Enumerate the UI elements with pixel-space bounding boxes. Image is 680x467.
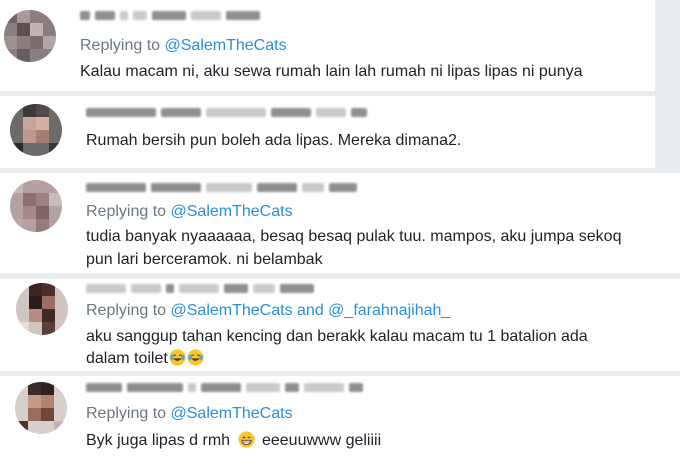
tweet-text: Kalau macam ni, aku sewa rumah lain lah … bbox=[80, 63, 583, 80]
tweet-text: Rumah bersih pun boleh ada lipas. Mereka… bbox=[86, 132, 462, 149]
reply-tweet-2[interactable]: Rumah bersih pun boleh ada lipas. Mereka… bbox=[0, 96, 655, 168]
mention-link[interactable]: @SalemTheCats bbox=[165, 37, 287, 54]
reply-tweet-5[interactable]: Replying to @SalemTheCats Byk juga lipas… bbox=[0, 376, 680, 467]
tweet-text-line-1: aku sanggup tahan kencing dan berakk kal… bbox=[86, 328, 588, 345]
avatar[interactable] bbox=[10, 180, 62, 232]
tweet-text-row: Byk juga lipas d rmh eeeuuwww geliiii bbox=[86, 429, 381, 452]
replying-to-label: Replying to bbox=[86, 302, 167, 319]
avatar-pixelated-icon bbox=[16, 283, 68, 335]
author-name-redacted bbox=[86, 105, 367, 119]
mention-link-2[interactable]: @_farahnajihah_ bbox=[328, 302, 450, 319]
replying-to-line: Replying to @SalemTheCats bbox=[86, 405, 293, 423]
grinning-emoji-icon bbox=[237, 431, 255, 448]
tweet-text-line-2: pun lari berceramok. ni belambak bbox=[86, 251, 323, 268]
author-name-redacted bbox=[86, 380, 363, 394]
tweet-text-line-1: tudia banyak nyaaaaaa, besaq besaq pulak… bbox=[86, 228, 622, 245]
avatar-pixelated-icon bbox=[10, 180, 62, 232]
tweet-text-line-2: dalam toilet bbox=[86, 350, 168, 367]
avatar[interactable] bbox=[10, 104, 62, 156]
author-name-redacted bbox=[80, 8, 260, 22]
replying-to-label: Replying to bbox=[86, 203, 167, 220]
avatar[interactable] bbox=[15, 382, 67, 434]
avatar-pixelated-icon bbox=[10, 104, 62, 156]
avatar[interactable] bbox=[16, 283, 68, 335]
mention-link[interactable]: @SalemTheCats bbox=[171, 405, 293, 422]
replying-to-label: Replying to bbox=[80, 37, 161, 54]
mention-link[interactable]: @SalemTheCats bbox=[171, 203, 293, 220]
replying-to-line: Replying to @SalemTheCats and @_farahnaj… bbox=[86, 302, 450, 320]
tears-of-joy-emoji-icon bbox=[169, 349, 186, 366]
reply-tweet-1[interactable]: Replying to @SalemTheCats Kalau macam ni… bbox=[0, 0, 655, 91]
mention-link[interactable]: @SalemTheCats bbox=[171, 302, 293, 319]
reply-tweet-3[interactable]: Replying to @SalemTheCats tudia banyak n… bbox=[0, 173, 680, 273]
replying-to-line: Replying to @SalemTheCats bbox=[80, 37, 287, 55]
tears-of-joy-emoji-icon bbox=[187, 349, 204, 366]
author-name-redacted bbox=[86, 281, 314, 295]
replying-to-line: Replying to @SalemTheCats bbox=[86, 203, 293, 221]
avatar-pixelated-icon bbox=[4, 10, 56, 62]
author-name-redacted bbox=[86, 180, 357, 194]
avatar-pixelated-icon bbox=[15, 382, 67, 434]
tweet-text-before-emoji: Byk juga lipas d rmh bbox=[86, 432, 231, 449]
and-label: and bbox=[297, 302, 324, 319]
tweet-text-line-2-row: dalam toilet bbox=[86, 347, 204, 370]
replying-to-label: Replying to bbox=[86, 405, 167, 422]
avatar[interactable] bbox=[4, 10, 56, 62]
tweet-text-after-emoji: eeeuuwww geliiii bbox=[261, 432, 382, 449]
reply-tweet-4[interactable]: Replying to @SalemTheCats and @_farahnaj… bbox=[0, 279, 680, 371]
